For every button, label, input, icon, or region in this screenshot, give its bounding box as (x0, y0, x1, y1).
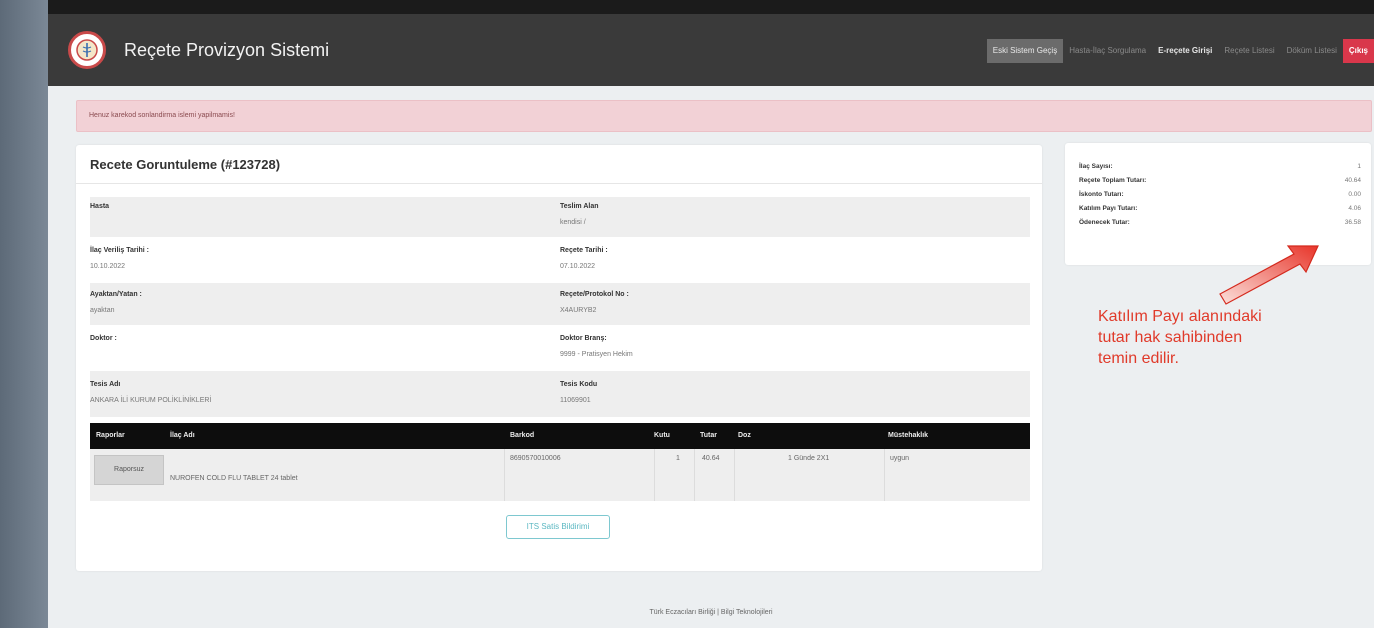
nav-menu: Eski Sistem Geçiş Hasta-İlaç Sorgulama E… (986, 39, 1374, 63)
summary-label: Katılım Payı Tutarı: (1079, 205, 1138, 212)
doktor-field: Doktor : (90, 335, 117, 351)
tesis-adi-value: ANKARA İLİ KURUM POLİKLİNİKLERİ (90, 397, 212, 404)
annotation-note: Katılım Payı alanındaki tutar hak sahibi… (1098, 306, 1358, 369)
ayaktan-value: ayaktan (90, 307, 115, 314)
summary-row-toplam: Reçete Toplam Tutarı: 40.64 (1079, 177, 1361, 191)
protokol-label: Reçete/Protokol No : (560, 291, 629, 298)
col-kutu: Kutu (654, 432, 670, 439)
info-row-tesis: Tesis Adı ANKARA İLİ KURUM POLİKLİNİKLER… (90, 371, 1030, 417)
nav-dokum-listesi[interactable]: Döküm Listesi (1281, 39, 1343, 63)
summary-label: İskonto Tutarı: (1079, 191, 1124, 198)
summary-value: 1 (1357, 163, 1361, 170)
nav-hasta-ilac-sorgulama[interactable]: Hasta-İlaç Sorgulama (1063, 39, 1152, 63)
column-divider (694, 449, 695, 501)
recete-tarihi-value: 07.10.2022 (560, 263, 596, 270)
info-row-ayaktan: Ayaktan/Yatan : ayaktan Reçete/Protokol … (90, 283, 1030, 325)
caduceus-icon (76, 39, 98, 61)
raporsuz-button[interactable]: Raporsuz (94, 455, 164, 485)
doktor-label: Doktor : (90, 335, 117, 342)
annotation-line: temin edilir. (1098, 350, 1179, 367)
annotation-line: tutar hak sahibinden (1098, 329, 1243, 346)
summary-value: 4.06 (1348, 205, 1361, 212)
col-tutar: Tutar (700, 432, 717, 439)
summary-value: 0.00 (1348, 191, 1361, 198)
protokol-value: X4AURYB2 (560, 307, 597, 314)
col-raporlar: Raporlar (96, 432, 125, 439)
column-divider (504, 449, 505, 501)
teslim-field: Teslim Alan kendisi / (560, 203, 599, 226)
summary-label: Reçete Toplam Tutarı: (1079, 177, 1147, 184)
summary-row-ilac-sayisi: İlaç Sayısı: 1 (1079, 163, 1361, 177)
tesis-adi-field: Tesis Adı ANKARA İLİ KURUM POLİKLİNİKLER… (90, 381, 211, 404)
column-divider (654, 449, 655, 501)
panel-divider (76, 183, 1042, 184)
page-title: Recete Goruntuleme (#123728) (90, 157, 281, 172)
teslim-label: Teslim Alan (560, 203, 599, 210)
summary-label: İlaç Sayısı: (1079, 163, 1113, 170)
app-brand-title[interactable]: Reçete Provizyon Sistemi (124, 40, 329, 61)
verilis-field: İlaç Veriliş Tarihi : 10.10.2022 (90, 247, 149, 270)
verilis-label: İlaç Veriliş Tarihi : (90, 247, 150, 254)
annotation-arrow-icon (1219, 245, 1319, 305)
top-dark-band (48, 0, 1374, 14)
col-doz: Doz (738, 432, 751, 439)
column-divider (884, 449, 885, 501)
summary-row-iskonto: İskonto Tutarı: 0.00 (1079, 191, 1361, 205)
tutar-cell: 40.64 (702, 455, 720, 462)
tesis-kodu-label: Tesis Kodu (560, 381, 598, 388)
summary-value: 40.64 (1344, 177, 1361, 184)
navbar: Reçete Provizyon Sistemi Eski Sistem Geç… (48, 14, 1374, 86)
brans-field: Doktor Branş: 9999 - Pratisyen Hekim (560, 335, 633, 358)
brans-value: 9999 - Pratisyen Hekim (560, 351, 633, 358)
verilis-value: 10.10.2022 (90, 263, 126, 270)
hasta-field: Hasta (90, 203, 109, 219)
medication-table-header: Raporlar İlaç Adı Barkod Kutu Tutar Doz … (90, 423, 1030, 449)
teslim-value: kendisi / (560, 219, 586, 226)
summary-label: Ödenecek Tutar: (1079, 219, 1130, 226)
col-ilac-adi: İlaç Adı (170, 432, 195, 439)
footer-text: Türk Eczacıları Birliği | Bilgi Teknoloj… (649, 609, 773, 616)
tesis-adi-label: Tesis Adı (90, 381, 121, 388)
table-row: Raporsuz NUROFEN COLD FLU TABLET 24 tabl… (90, 449, 1030, 501)
its-satis-bildirimi-button[interactable]: ITS Satis Bildirimi (506, 515, 610, 539)
warning-alert: Henuz karekod sonlandirma islemi yapilma… (76, 100, 1372, 132)
nav-eski-sistem-gecis[interactable]: Eski Sistem Geçiş (986, 39, 1064, 63)
recete-tarihi-field: Reçete Tarihi : 07.10.2022 (560, 247, 608, 270)
summary-value: 36.58 (1344, 219, 1361, 226)
info-row-hasta: Hasta Teslim Alan kendisi / (90, 197, 1030, 237)
ilac-adi-cell: NUROFEN COLD FLU TABLET 24 tablet (170, 475, 298, 482)
info-row-dates: İlaç Veriliş Tarihi : 10.10.2022 Reçete … (90, 237, 1030, 283)
brans-label: Doktor Branş: (560, 335, 607, 342)
ayaktan-label: Ayaktan/Yatan : (90, 291, 142, 298)
app-logo-icon[interactable] (68, 31, 106, 69)
info-row-doktor: Doktor : Doktor Branş: 9999 - Pratisyen … (90, 325, 1030, 371)
nav-e-recete-girisi[interactable]: E-reçete Girişi (1152, 39, 1218, 63)
logout-button[interactable]: Çıkış (1342, 39, 1374, 63)
barkod-cell: 8690570010006 (510, 455, 561, 462)
hasta-label: Hasta (90, 203, 110, 210)
nav-recete-listesi[interactable]: Reçete Listesi (1218, 39, 1280, 63)
tesis-kodu-field: Tesis Kodu 11069901 (560, 381, 597, 404)
left-background-strip (0, 0, 48, 628)
summary-row-katilim-payi: Katılım Payı Tutarı: 4.06 (1079, 205, 1361, 219)
annotation-line: Katılım Payı alanındaki (1098, 308, 1262, 325)
col-barkod: Barkod (510, 432, 535, 439)
kutu-cell: 1 (676, 455, 680, 462)
ayaktan-field: Ayaktan/Yatan : ayaktan (90, 291, 142, 314)
doz-cell: 1 Günde 2X1 (788, 455, 830, 462)
mustehaklik-cell: uygun (890, 455, 910, 462)
recete-tarihi-label: Reçete Tarihi : (560, 247, 608, 254)
tesis-kodu-value: 11069901 (560, 397, 591, 404)
protokol-field: Reçete/Protokol No : X4AURYB2 (560, 291, 629, 314)
prescription-panel: Recete Goruntuleme (#123728) Hasta Tesli… (76, 145, 1042, 571)
column-divider (734, 449, 735, 501)
col-mustehaklik: Müstehaklık (888, 432, 929, 439)
summary-row-odenecek: Ödenecek Tutar: 36.58 (1079, 219, 1361, 233)
